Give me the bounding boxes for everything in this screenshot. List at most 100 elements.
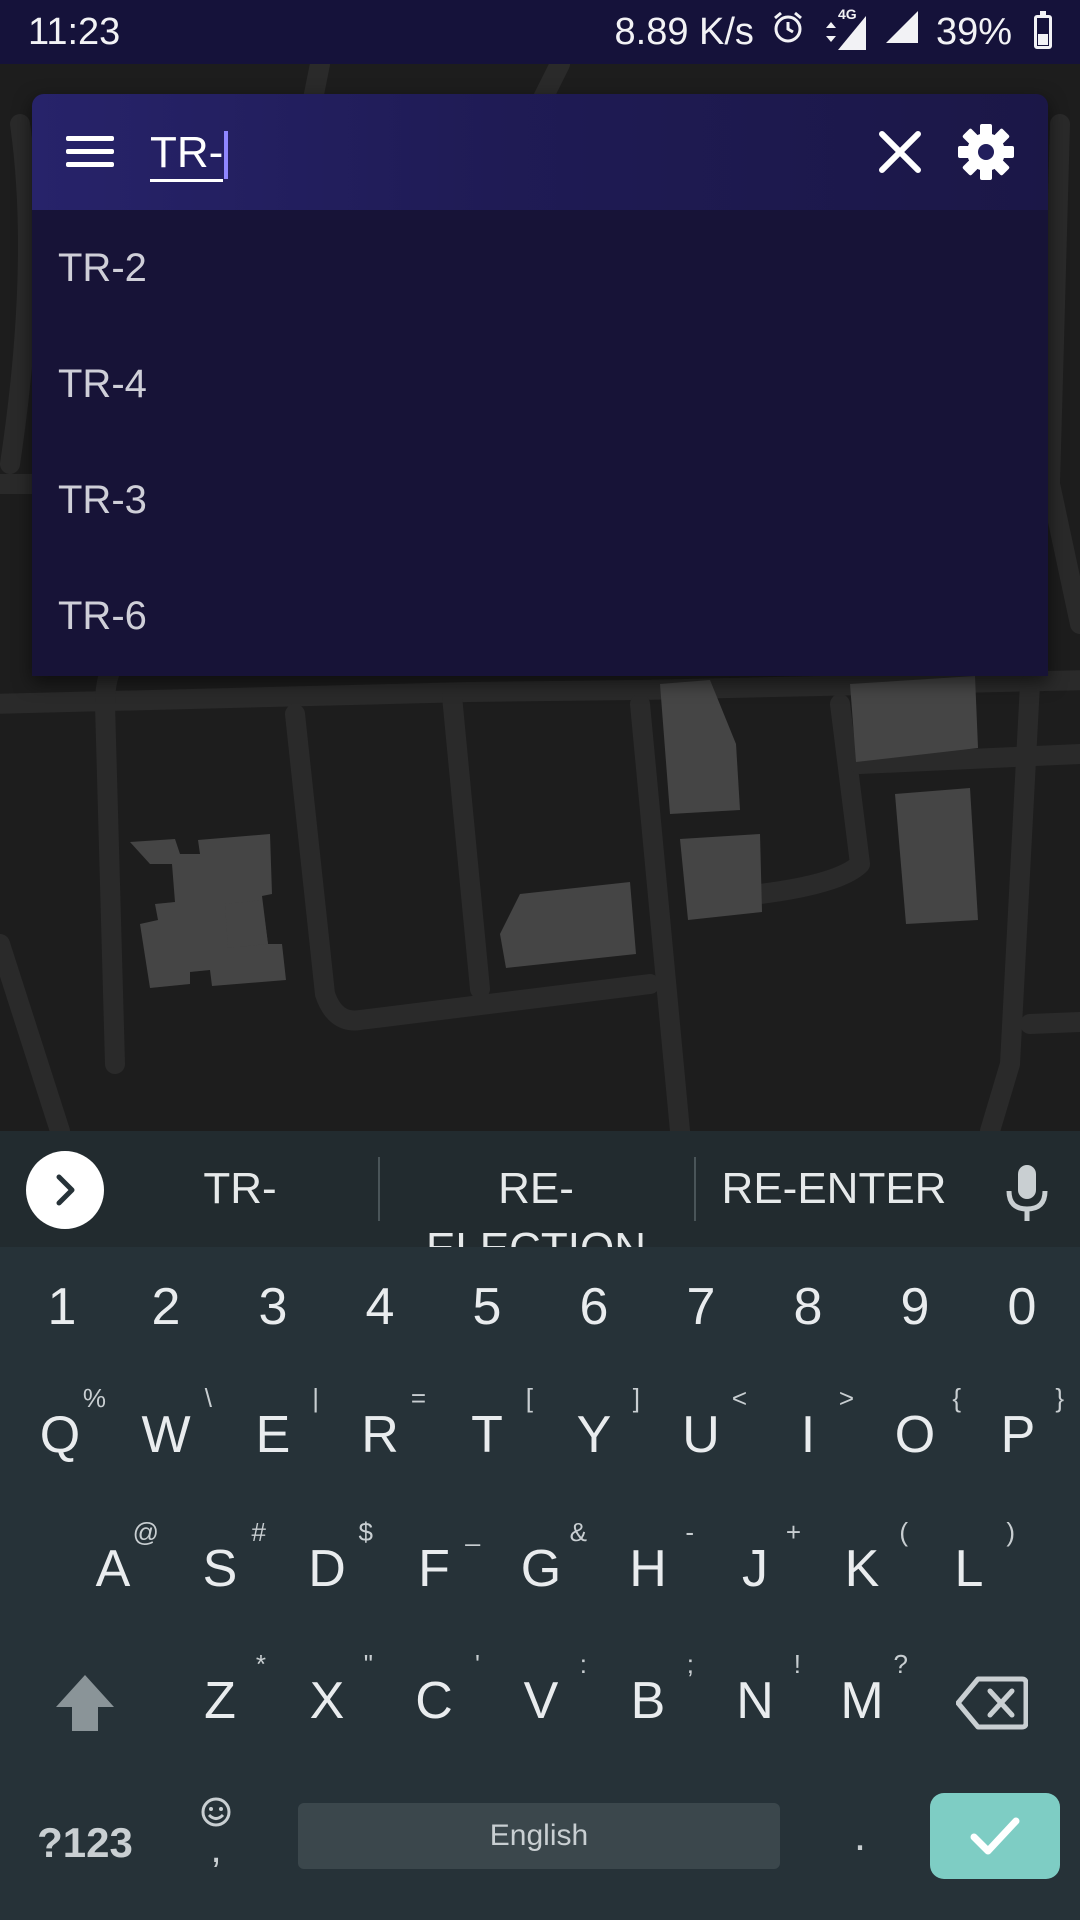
key[interactable]: 3 — [221, 1247, 325, 1367]
key[interactable]: T[ — [435, 1375, 539, 1495]
key[interactable]: S # — [168, 1509, 272, 1629]
key-hint: : — [579, 1649, 587, 1679]
key[interactable]: M? — [810, 1641, 914, 1761]
search-query: TR- — [150, 128, 224, 182]
key[interactable]: C ' — [382, 1641, 486, 1761]
search-panel: TR- TR-2 TR-4 TR-3 TR-6 — [32, 94, 1048, 676]
key[interactable]: 7 — [649, 1247, 753, 1367]
key-hint: ' — [475, 1649, 480, 1679]
key-hint: ; — [686, 1649, 694, 1679]
key[interactable]: Z * — [168, 1641, 272, 1761]
suggestion-item[interactable]: TR-2 — [32, 210, 1048, 326]
divider — [378, 1157, 380, 1221]
key[interactable]: 4 — [328, 1247, 432, 1367]
menu-icon[interactable] — [60, 126, 120, 178]
key-hint: = — [410, 1383, 426, 1413]
key-hint: \ — [204, 1383, 212, 1413]
key[interactable]: 6 — [542, 1247, 646, 1367]
key-hint: > — [838, 1383, 854, 1413]
space-bar[interactable]: English — [298, 1803, 780, 1869]
key-hint: _ — [465, 1517, 480, 1547]
period-key[interactable]: . — [840, 1803, 880, 1869]
key[interactable]: L) — [917, 1509, 1021, 1629]
suggestion-item[interactable]: TR-3 — [32, 442, 1048, 558]
key[interactable]: I > — [756, 1375, 860, 1495]
checkmark-icon — [970, 1817, 1020, 1855]
key[interactable]: A @ — [61, 1509, 165, 1629]
key[interactable]: R = — [328, 1375, 432, 1495]
key-hint: ) — [1006, 1517, 1015, 1547]
key[interactable]: G & — [489, 1509, 593, 1629]
key[interactable]: Y] — [542, 1375, 646, 1495]
suggestion-item[interactable]: TR-4 — [32, 326, 1048, 442]
key-hint: @ — [132, 1517, 159, 1547]
gear-icon[interactable] — [956, 122, 1016, 182]
key-hint: ] — [632, 1383, 640, 1413]
key-hint: " — [363, 1649, 373, 1679]
key[interactable]: F _ — [382, 1509, 486, 1629]
search-input[interactable]: TR- — [150, 120, 710, 186]
comma-label: , — [210, 1827, 222, 1871]
key-hint: { — [952, 1383, 961, 1413]
key[interactable]: 0 — [970, 1247, 1074, 1367]
microphone-icon[interactable] — [1000, 1163, 1054, 1223]
key-hint: & — [569, 1517, 587, 1547]
key-hint: ( — [899, 1517, 908, 1547]
text-cursor — [224, 131, 229, 180]
divider — [694, 1157, 696, 1221]
key[interactable]: W \ — [114, 1375, 218, 1495]
word-suggestion[interactable]: TR- — [130, 1159, 350, 1219]
key-hint: ! — [793, 1649, 801, 1679]
suggestion-list: TR-2 TR-4 TR-3 TR-6 — [32, 210, 1048, 674]
keyboard-suggestion-strip: TR- RE-ELECTION RE-ENTER — [0, 1131, 1080, 1273]
letter-row-2: A @ S # D $ F _ G & H- J + K( L) — [0, 1509, 1080, 1633]
key[interactable]: O{ — [863, 1375, 967, 1495]
key[interactable]: Q% — [8, 1375, 112, 1495]
signal-icon — [884, 9, 920, 55]
letter-row-1: Q% W \ E | R = T[ Y] U < I > O{ P} — [0, 1375, 1080, 1499]
key[interactable]: B; — [596, 1641, 700, 1761]
suggestion-item[interactable]: TR-6 — [32, 558, 1048, 674]
key[interactable]: U < — [649, 1375, 753, 1495]
symbols-key[interactable]: ?123 — [30, 1813, 140, 1873]
shift-icon[interactable] — [52, 1667, 118, 1739]
clock: 11:23 — [28, 10, 121, 53]
key-hint: # — [251, 1517, 266, 1547]
key[interactable]: 8 — [756, 1247, 860, 1367]
key[interactable]: 1 — [10, 1247, 114, 1367]
alarm-icon — [770, 9, 806, 55]
key[interactable]: 5 — [435, 1247, 539, 1367]
key[interactable]: H- — [596, 1509, 700, 1629]
key[interactable]: P} — [966, 1375, 1070, 1495]
key[interactable]: X " — [275, 1641, 379, 1761]
key[interactable]: E | — [221, 1375, 325, 1495]
key[interactable]: V: — [489, 1641, 593, 1761]
key[interactable]: 2 — [114, 1247, 218, 1367]
key-hint: | — [312, 1383, 319, 1413]
key-hint: [ — [525, 1383, 533, 1413]
key[interactable]: N! — [703, 1641, 807, 1761]
word-suggestion[interactable]: RE-ENTER — [706, 1159, 962, 1219]
letter-row-3: Z * X " C ' V: B; N! M? — [0, 1641, 1080, 1765]
network-type: 4G — [837, 6, 857, 22]
enter-key[interactable] — [930, 1793, 1060, 1879]
battery-icon — [1034, 11, 1052, 49]
key-hint: + — [785, 1517, 801, 1547]
battery-percent: 39% — [935, 10, 1012, 53]
key[interactable]: K( — [810, 1509, 914, 1629]
key-hint: * — [255, 1649, 266, 1679]
close-icon[interactable] — [872, 124, 928, 180]
status-bar: 11:23 8.89 K/s 4G 39% — [0, 0, 1080, 64]
key-hint: ? — [893, 1649, 908, 1679]
key[interactable]: 9 — [863, 1247, 967, 1367]
smiley-icon — [201, 1797, 231, 1827]
emoji-comma-key[interactable]: , — [196, 1795, 236, 1885]
backspace-icon[interactable] — [955, 1675, 1029, 1731]
key[interactable]: J + — [703, 1509, 807, 1629]
word-suggestion[interactable]: RE-ELECTION — [390, 1159, 682, 1273]
key[interactable]: D $ — [275, 1509, 379, 1629]
net-speed: 8.89 K/s — [614, 10, 754, 53]
data-arrows-icon: 4G — [822, 6, 868, 52]
chevron-right-icon[interactable] — [26, 1151, 104, 1229]
key-hint: < — [731, 1383, 747, 1413]
